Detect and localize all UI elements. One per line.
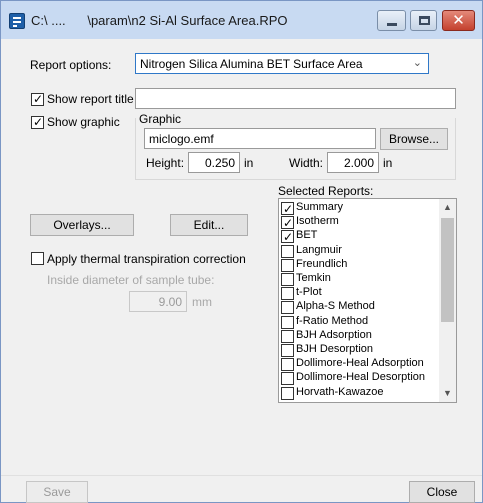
show-report-title-label: Show report title xyxy=(47,92,134,106)
selected-reports-label: Selected Reports: xyxy=(278,184,374,198)
height-value: 0.250 xyxy=(204,156,235,170)
title-bar[interactable]: C:\ .... \param\n2 Si-Al Surface Area.RP… xyxy=(1,1,482,39)
report-item-label: f-Ratio Method xyxy=(296,314,369,327)
close-window-button[interactable]: ✕ xyxy=(442,10,475,31)
report-options-label: Report options: xyxy=(30,58,112,72)
maximize-icon xyxy=(419,16,430,25)
width-unit: in xyxy=(383,156,393,170)
report-list-item[interactable]: Dollimore-Heal Adsorption xyxy=(281,357,441,372)
report-list-item[interactable]: Alpha-S Method xyxy=(281,300,441,315)
inside-diameter-label: Inside diameter of sample tube: xyxy=(47,273,215,287)
report-item-checkbox[interactable]: ✓ xyxy=(281,216,294,230)
scroll-thumb[interactable] xyxy=(441,218,454,322)
inside-diameter-input[interactable]: 9.00 xyxy=(129,291,187,312)
report-list-item[interactable]: ✓ Isotherm xyxy=(281,215,441,230)
report-item-checkbox[interactable] xyxy=(281,386,294,400)
thermal-transpiration-label: Apply thermal transpiration correction xyxy=(47,252,246,266)
report-item-checkbox[interactable] xyxy=(281,358,294,372)
report-item-label: BJH Adsorption xyxy=(296,328,372,341)
report-list-item[interactable]: ✓ Summary xyxy=(281,201,441,216)
chevron-down-icon: ⌄ xyxy=(412,57,422,69)
scroll-down-icon[interactable]: ▼ xyxy=(439,385,456,402)
width-value: 2.000 xyxy=(343,156,374,170)
report-item-label: Langmuir xyxy=(296,243,342,256)
save-button[interactable]: Save xyxy=(26,481,88,503)
checkmark-icon: ✓ xyxy=(33,92,44,106)
width-label: Width: xyxy=(289,156,324,170)
report-item-checkbox[interactable] xyxy=(281,273,294,286)
report-item-checkbox[interactable] xyxy=(281,258,294,272)
report-list-item[interactable]: BJH Adsorption xyxy=(281,328,441,343)
show-graphic-checkbox[interactable]: ✓ xyxy=(31,115,44,129)
close-button[interactable]: Close xyxy=(409,481,475,503)
checkmark-icon: ✓ xyxy=(283,230,294,245)
window-title: C:\ .... \param\n2 Si-Al Surface Area.RP… xyxy=(31,13,288,28)
thermal-transpiration-checkbox[interactable] xyxy=(31,252,44,265)
report-list-item[interactable]: t-Plot xyxy=(281,286,441,301)
report-list-item[interactable]: Horvath-Kawazoe xyxy=(281,385,441,400)
report-item-checkbox[interactable] xyxy=(281,372,294,386)
graphic-group-label: Graphic xyxy=(139,112,182,126)
inside-diameter-unit: mm xyxy=(192,295,212,309)
footer-divider xyxy=(1,475,482,476)
report-item-checkbox[interactable]: ✓ xyxy=(281,230,294,245)
app-icon xyxy=(9,13,25,29)
width-input[interactable]: 2.000 xyxy=(327,152,379,173)
report-item-checkbox[interactable] xyxy=(281,329,294,343)
inside-diameter-value: 9.00 xyxy=(158,295,182,309)
report-item-label: Summary xyxy=(296,201,344,213)
height-unit: in xyxy=(244,156,254,170)
report-list-item[interactable]: ✓ BET xyxy=(281,229,441,245)
maximize-button[interactable] xyxy=(410,10,437,31)
graphic-file-input[interactable]: miclogo.emf xyxy=(144,128,376,149)
browse-button[interactable]: Browse... xyxy=(380,128,448,150)
show-graphic-label: Show graphic xyxy=(47,115,120,129)
report-options-value: Nitrogen Silica Alumina BET Surface Area xyxy=(140,57,363,71)
minimize-button[interactable] xyxy=(377,10,406,31)
show-report-title-checkbox[interactable]: ✓ xyxy=(31,92,44,106)
report-list-item[interactable]: f-Ratio Method xyxy=(281,314,441,329)
graphic-file-value: miclogo.emf xyxy=(149,132,214,146)
report-list-item[interactable]: Langmuir xyxy=(281,243,441,258)
report-item-checkbox[interactable] xyxy=(281,244,294,258)
report-item-label: Alpha-S Method xyxy=(296,300,375,313)
overlays-button[interactable]: Overlays... xyxy=(30,214,134,236)
height-input[interactable]: 0.250 xyxy=(188,152,240,173)
report-item-label: BJH Desorption xyxy=(296,343,374,355)
list-scrollbar[interactable]: ▲ ▼ xyxy=(439,199,456,402)
selected-reports-list[interactable]: ✓ Summary ✓ Isotherm ✓ BET Langmuir Freundlich T… xyxy=(278,198,457,403)
report-item-label: Isotherm xyxy=(296,215,339,228)
report-options-dialog: C:\ .... \param\n2 Si-Al Surface Area.RP… xyxy=(0,0,483,503)
report-item-checkbox[interactable] xyxy=(281,287,294,301)
report-item-label: Dollimore-Heal Adsorption xyxy=(296,357,424,370)
minimize-icon xyxy=(387,23,397,26)
report-item-checkbox[interactable] xyxy=(281,344,294,357)
edit-button[interactable]: Edit... xyxy=(170,214,248,236)
height-label: Height: xyxy=(146,156,185,170)
scroll-up-icon[interactable]: ▲ xyxy=(439,199,456,216)
report-item-label: t-Plot xyxy=(296,286,322,299)
report-item-label: BET xyxy=(296,229,318,242)
report-list-item[interactable]: Dollimore-Heal Desorption xyxy=(281,371,441,386)
report-options-dropdown[interactable]: Nitrogen Silica Alumina BET Surface Area… xyxy=(135,53,429,74)
checkmark-icon: ✓ xyxy=(33,115,44,129)
report-item-checkbox[interactable]: ✓ xyxy=(281,202,294,216)
report-item-checkbox[interactable] xyxy=(281,301,294,315)
report-list-item[interactable]: Temkin xyxy=(281,272,441,286)
report-item-label: Dollimore-Heal Desorption xyxy=(296,371,425,384)
close-icon: ✕ xyxy=(452,12,465,29)
report-item-label: Freundlich xyxy=(296,257,348,270)
report-list-item[interactable]: Freundlich xyxy=(281,257,441,272)
report-item-label: Horvath-Kawazoe xyxy=(296,385,384,398)
report-item-checkbox[interactable] xyxy=(281,315,294,329)
report-list-item[interactable]: BJH Desorption xyxy=(281,343,441,357)
report-title-input[interactable] xyxy=(135,88,456,109)
report-item-label: Temkin xyxy=(296,272,331,284)
